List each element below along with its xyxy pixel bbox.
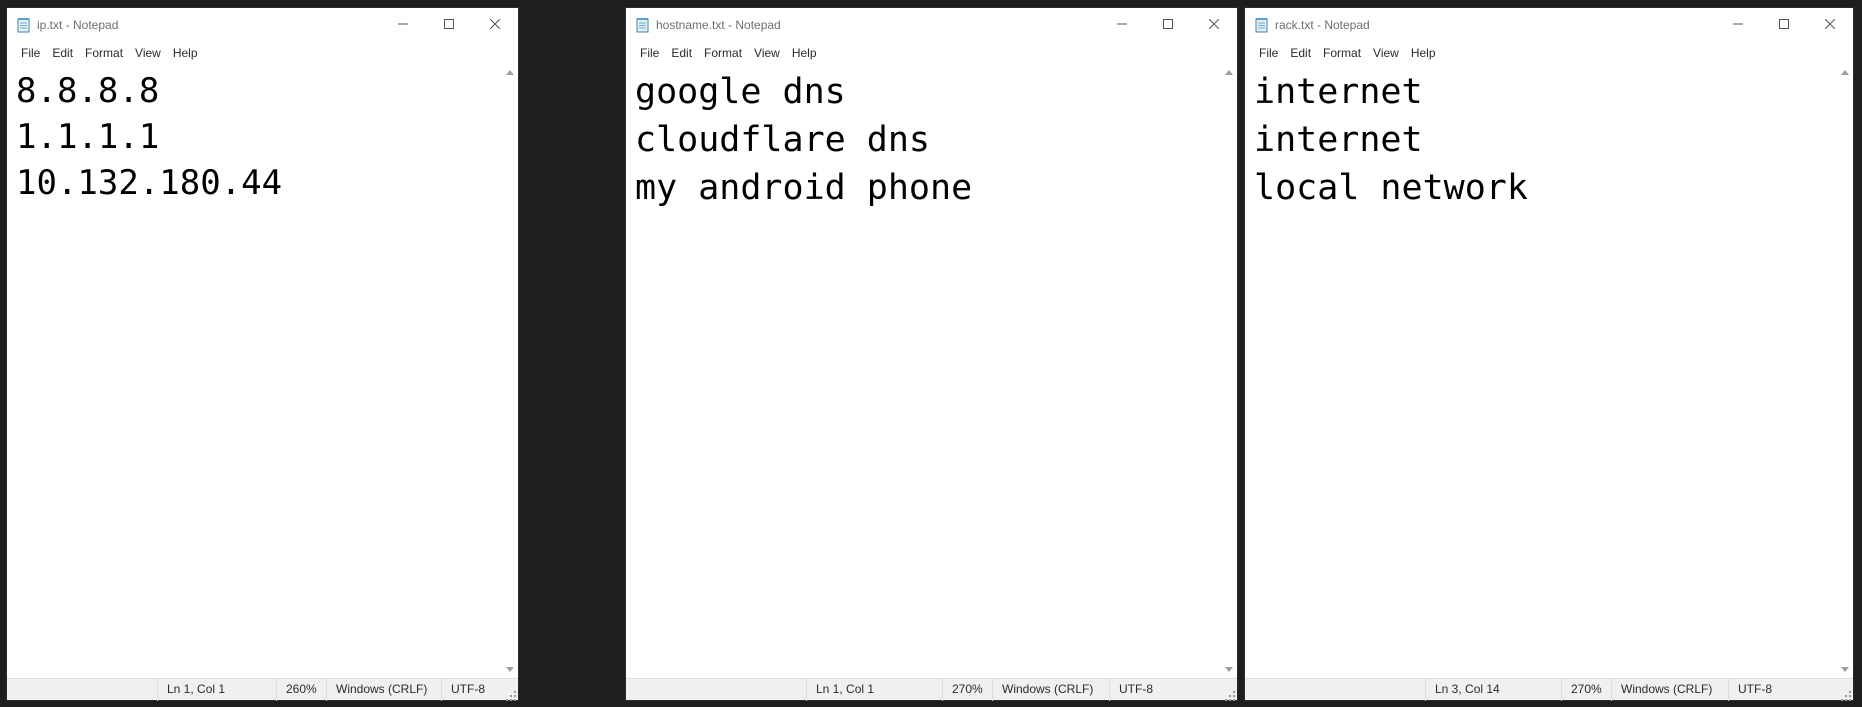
line-ending: Windows (CRLF) xyxy=(1611,678,1728,701)
maximize-button[interactable] xyxy=(1761,8,1807,42)
minimize-button[interactable] xyxy=(1099,8,1145,42)
vertical-scrollbar[interactable] xyxy=(503,64,518,678)
maximize-icon xyxy=(444,16,454,34)
maximize-icon xyxy=(1779,16,1789,34)
close-icon xyxy=(1208,16,1220,34)
menu-format[interactable]: Format xyxy=(698,43,748,63)
text-line: 10.132.180.44 xyxy=(16,163,283,203)
resize-grip-icon[interactable] xyxy=(1841,688,1851,701)
cursor-position: Ln 1, Col 1 xyxy=(157,678,276,701)
close-button[interactable] xyxy=(1807,8,1853,42)
window-title: rack.txt - Notepad xyxy=(1275,18,1370,32)
maximize-icon xyxy=(1163,16,1173,34)
menu-help[interactable]: Help xyxy=(1405,43,1442,63)
minimize-icon xyxy=(1733,16,1743,34)
scroll-down-arrow-icon[interactable] xyxy=(1841,667,1849,672)
minimize-button[interactable] xyxy=(1715,8,1761,42)
scroll-down-arrow-icon[interactable] xyxy=(1225,667,1233,672)
menu-help[interactable]: Help xyxy=(167,43,204,63)
vertical-scrollbar[interactable] xyxy=(1838,64,1853,678)
text-editor[interactable]: internet internet local network xyxy=(1245,64,1853,678)
window-title: ip.txt - Notepad xyxy=(37,18,119,32)
line-ending: Windows (CRLF) xyxy=(992,678,1109,701)
zoom-level: 270% xyxy=(942,678,992,701)
encoding: UTF-8 xyxy=(1109,678,1199,701)
notepad-icon xyxy=(635,17,651,33)
encoding: UTF-8 xyxy=(441,678,511,701)
text-line: 1.1.1.1 xyxy=(16,117,160,157)
scroll-up-arrow-icon[interactable] xyxy=(506,70,514,75)
resize-grip-icon[interactable] xyxy=(506,688,516,701)
zoom-level: 260% xyxy=(276,678,326,701)
status-bar: Ln 1, Col 1 260% Windows (CRLF) UTF-8 xyxy=(7,678,518,701)
menu-edit[interactable]: Edit xyxy=(46,43,79,63)
title-bar[interactable]: rack.txt - Notepad xyxy=(1245,8,1853,42)
text-line: my android phone xyxy=(635,168,973,208)
text-editor[interactable]: 8.8.8.8 1.1.1.1 10.132.180.44 xyxy=(7,64,518,678)
vertical-scrollbar[interactable] xyxy=(1222,64,1237,678)
text-line: cloudflare dns xyxy=(635,120,931,160)
menu-edit[interactable]: Edit xyxy=(665,43,698,63)
text-line: internet xyxy=(1254,72,1423,112)
menu-file[interactable]: File xyxy=(1253,43,1284,63)
notepad-window-rack[interactable]: rack.txt - Notepad File Edit Format View… xyxy=(1244,7,1854,701)
minimize-button[interactable] xyxy=(380,8,426,42)
scroll-down-arrow-icon[interactable] xyxy=(506,667,514,672)
menu-edit[interactable]: Edit xyxy=(1284,43,1317,63)
menu-view[interactable]: View xyxy=(748,43,786,63)
menu-bar: File Edit Format View Help xyxy=(1245,43,1853,63)
title-bar[interactable]: hostname.txt - Notepad xyxy=(626,8,1237,42)
notepad-window-hostname[interactable]: hostname.txt - Notepad File Edit Format … xyxy=(625,7,1238,701)
minimize-icon xyxy=(1117,16,1127,34)
menu-file[interactable]: File xyxy=(15,43,46,63)
close-icon xyxy=(1824,16,1836,34)
close-icon xyxy=(489,16,501,34)
notepad-icon xyxy=(1254,17,1270,33)
zoom-level: 270% xyxy=(1561,678,1611,701)
menu-view[interactable]: View xyxy=(1367,43,1405,63)
menu-help[interactable]: Help xyxy=(786,43,823,63)
text-line: local network xyxy=(1254,168,1528,208)
close-button[interactable] xyxy=(1191,8,1237,42)
scroll-up-arrow-icon[interactable] xyxy=(1841,70,1849,75)
maximize-button[interactable] xyxy=(426,8,472,42)
resize-grip-icon[interactable] xyxy=(1225,688,1235,701)
menu-file[interactable]: File xyxy=(634,43,665,63)
status-bar: Ln 3, Col 14 270% Windows (CRLF) UTF-8 xyxy=(1245,678,1853,701)
menu-format[interactable]: Format xyxy=(79,43,129,63)
maximize-button[interactable] xyxy=(1145,8,1191,42)
status-bar: Ln 1, Col 1 270% Windows (CRLF) UTF-8 xyxy=(626,678,1237,701)
text-line: 8.8.8.8 xyxy=(16,71,160,111)
close-button[interactable] xyxy=(472,8,518,42)
menu-format[interactable]: Format xyxy=(1317,43,1367,63)
minimize-icon xyxy=(398,16,408,34)
notepad-icon xyxy=(16,17,32,33)
scroll-up-arrow-icon[interactable] xyxy=(1225,70,1233,75)
menu-view[interactable]: View xyxy=(129,43,167,63)
text-editor[interactable]: google dns cloudflare dns my android pho… xyxy=(626,64,1237,678)
title-bar[interactable]: ip.txt - Notepad xyxy=(7,8,518,42)
background-editor-strip xyxy=(0,0,1862,7)
notepad-window-ip[interactable]: ip.txt - Notepad File Edit Format View H… xyxy=(6,7,519,701)
line-ending: Windows (CRLF) xyxy=(326,678,441,701)
text-line: google dns xyxy=(635,72,846,112)
cursor-position: Ln 1, Col 1 xyxy=(806,678,942,701)
encoding: UTF-8 xyxy=(1728,678,1818,701)
menu-bar: File Edit Format View Help xyxy=(7,43,518,63)
cursor-position: Ln 3, Col 14 xyxy=(1425,678,1561,701)
menu-bar: File Edit Format View Help xyxy=(626,43,1237,63)
window-title: hostname.txt - Notepad xyxy=(656,18,781,32)
text-line: internet xyxy=(1254,120,1423,160)
